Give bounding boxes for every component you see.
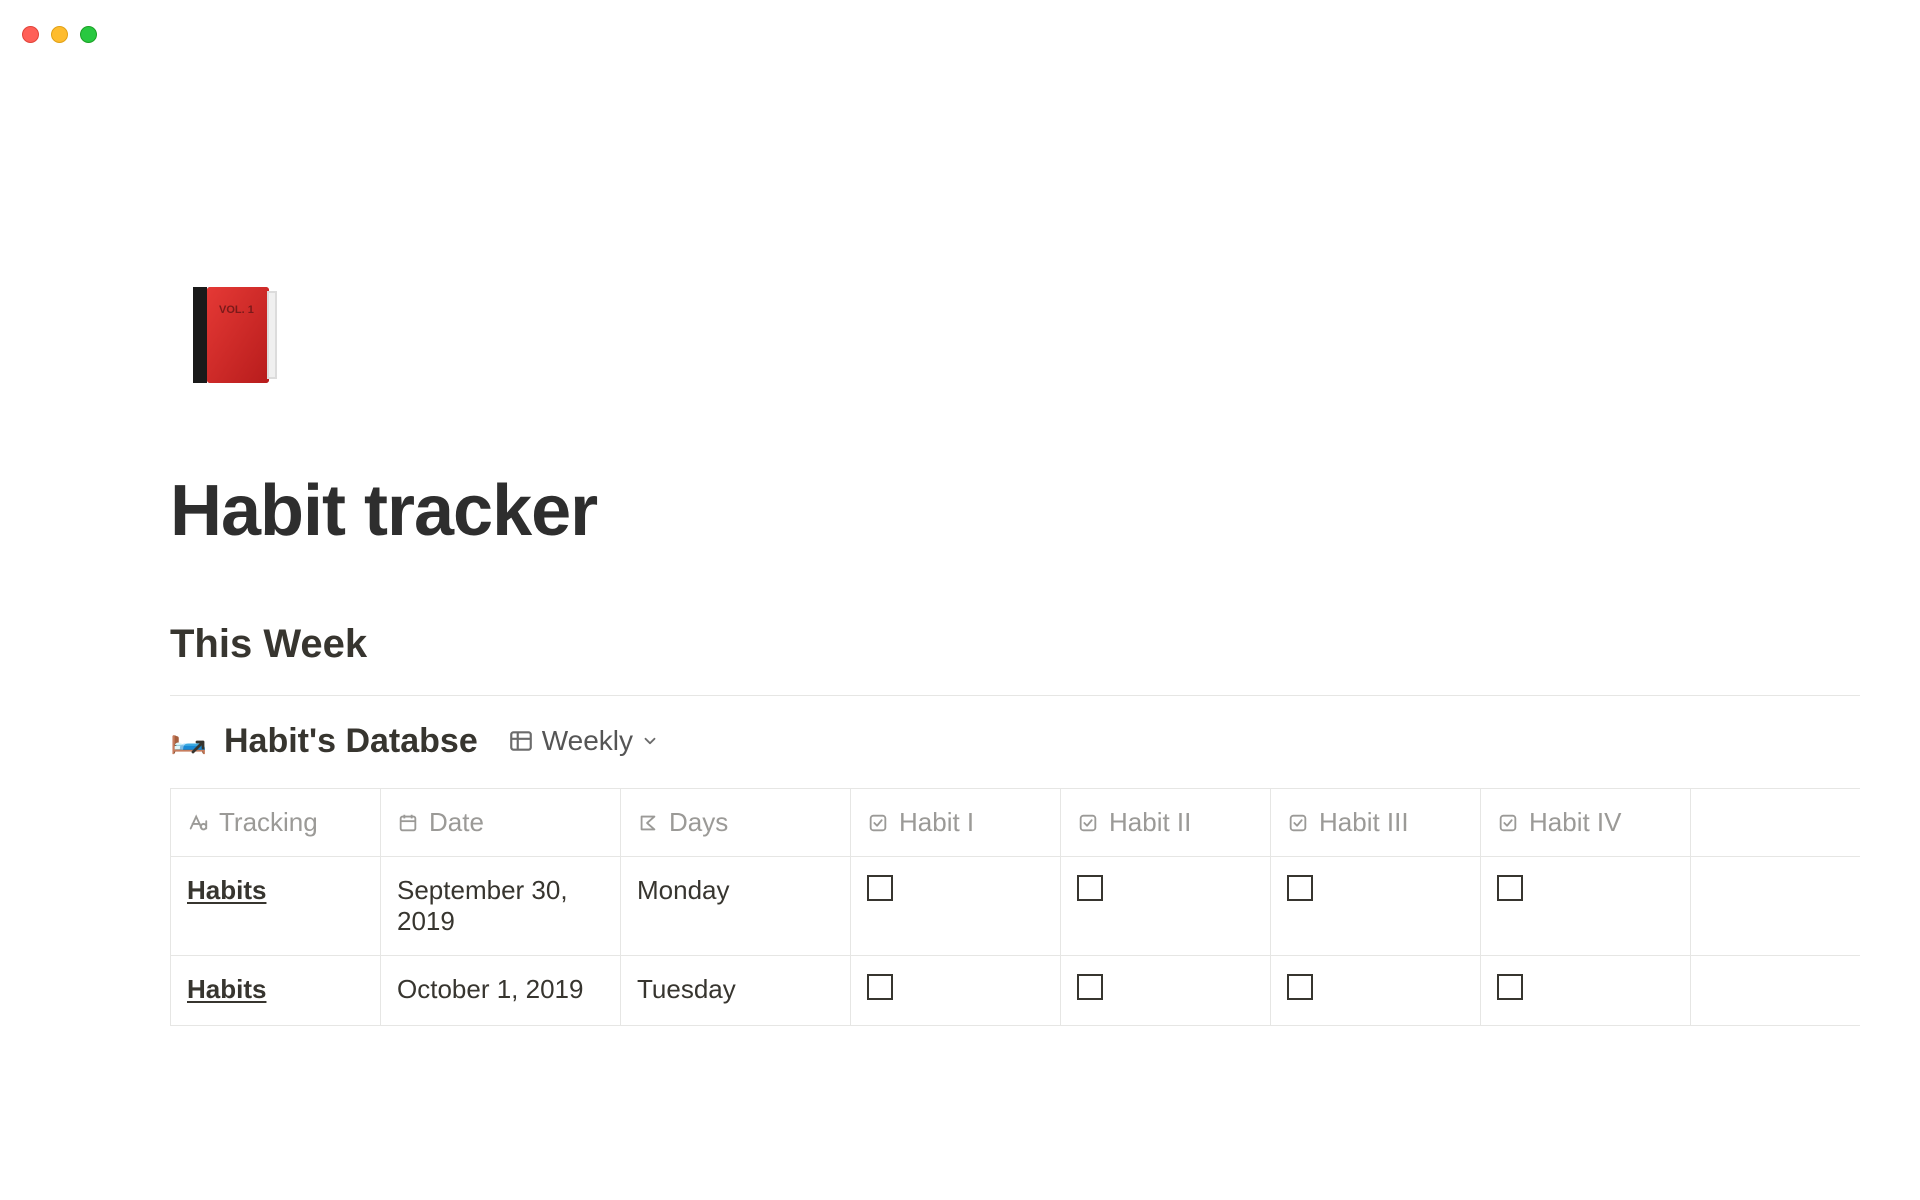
checkbox-property-icon [1077, 812, 1099, 834]
database-link-icon: 🛏️ [170, 720, 210, 762]
database-view-label: Weekly [542, 725, 633, 757]
cell-days[interactable]: Monday [621, 857, 851, 956]
page-title[interactable]: Habit tracker [170, 470, 1860, 552]
database-header: 🛏️ Habit's Databse Weekly [170, 720, 1860, 762]
column-header-habit-1[interactable]: Habit I [851, 789, 1061, 857]
formula-property-icon [637, 812, 659, 834]
checkbox-unchecked[interactable] [1077, 974, 1103, 1000]
checkbox-unchecked[interactable] [1287, 875, 1313, 901]
column-label: Habit III [1319, 807, 1409, 838]
cell-habit-1[interactable] [851, 956, 1061, 1026]
column-header-tracking[interactable]: Tracking [171, 789, 381, 857]
page-content: VOL. 1 Habit tracker This Week 🛏️ Habit'… [170, 280, 1860, 1026]
cell-habit-3[interactable] [1271, 956, 1481, 1026]
date-property-icon [397, 812, 419, 834]
checkbox-property-icon [867, 812, 889, 834]
checkbox-property-icon [1497, 812, 1519, 834]
cell-date[interactable]: September 30, 2019 [381, 857, 621, 956]
page-icon[interactable]: VOL. 1 [170, 270, 300, 400]
svg-text:VOL. 1: VOL. 1 [219, 304, 254, 316]
database-view-selector[interactable]: Weekly [508, 725, 659, 757]
checkbox-unchecked[interactable] [1287, 974, 1313, 1000]
checkbox-property-icon [1287, 812, 1309, 834]
column-header-habit-2[interactable]: Habit II [1061, 789, 1271, 857]
column-header-habit-4[interactable]: Habit IV [1481, 789, 1691, 857]
database-table: Tracking Date [170, 788, 1860, 1026]
row-title[interactable]: Habits [187, 875, 266, 905]
checkbox-unchecked[interactable] [867, 974, 893, 1000]
window-close-button[interactable] [22, 26, 39, 43]
checkbox-unchecked[interactable] [867, 875, 893, 901]
window-maximize-button[interactable] [80, 26, 97, 43]
section-heading[interactable]: This Week [170, 622, 1860, 667]
cell-habit-1[interactable] [851, 857, 1061, 956]
cell-days[interactable]: Tuesday [621, 956, 851, 1026]
svg-text:🛏️: 🛏️ [170, 722, 207, 755]
column-label: Days [669, 807, 728, 838]
cell-habit-4[interactable] [1481, 956, 1691, 1026]
checkbox-unchecked[interactable] [1497, 974, 1523, 1000]
column-label: Date [429, 807, 484, 838]
cell-habit-2[interactable] [1061, 857, 1271, 956]
column-header-spacer [1691, 789, 1861, 857]
window-minimize-button[interactable] [51, 26, 68, 43]
column-header-days[interactable]: Days [621, 789, 851, 857]
column-label: Habit IV [1529, 807, 1622, 838]
table-row[interactable]: Habits October 1, 2019 Tuesday [171, 956, 1861, 1026]
checkbox-unchecked[interactable] [1497, 875, 1523, 901]
closed-book-icon: VOL. 1 [175, 275, 295, 395]
column-label: Habit I [899, 807, 974, 838]
table-view-icon [508, 728, 534, 754]
table-header-row: Tracking Date [171, 789, 1861, 857]
checkbox-unchecked[interactable] [1077, 875, 1103, 901]
column-header-date[interactable]: Date [381, 789, 621, 857]
section-divider [170, 695, 1860, 696]
row-title[interactable]: Habits [187, 974, 266, 1004]
cell-habit-3[interactable] [1271, 857, 1481, 956]
cell-habit-4[interactable] [1481, 857, 1691, 956]
column-label: Habit II [1109, 807, 1191, 838]
cell-date[interactable]: October 1, 2019 [381, 956, 621, 1026]
cell-habit-2[interactable] [1061, 956, 1271, 1026]
column-header-habit-3[interactable]: Habit III [1271, 789, 1481, 857]
text-property-icon [187, 812, 209, 834]
table-row[interactable]: Habits September 30, 2019 Monday [171, 857, 1861, 956]
column-label: Tracking [219, 807, 318, 838]
chevron-down-icon [641, 732, 659, 750]
window-controls [22, 26, 97, 43]
database-title[interactable]: Habit's Databse [224, 722, 478, 761]
